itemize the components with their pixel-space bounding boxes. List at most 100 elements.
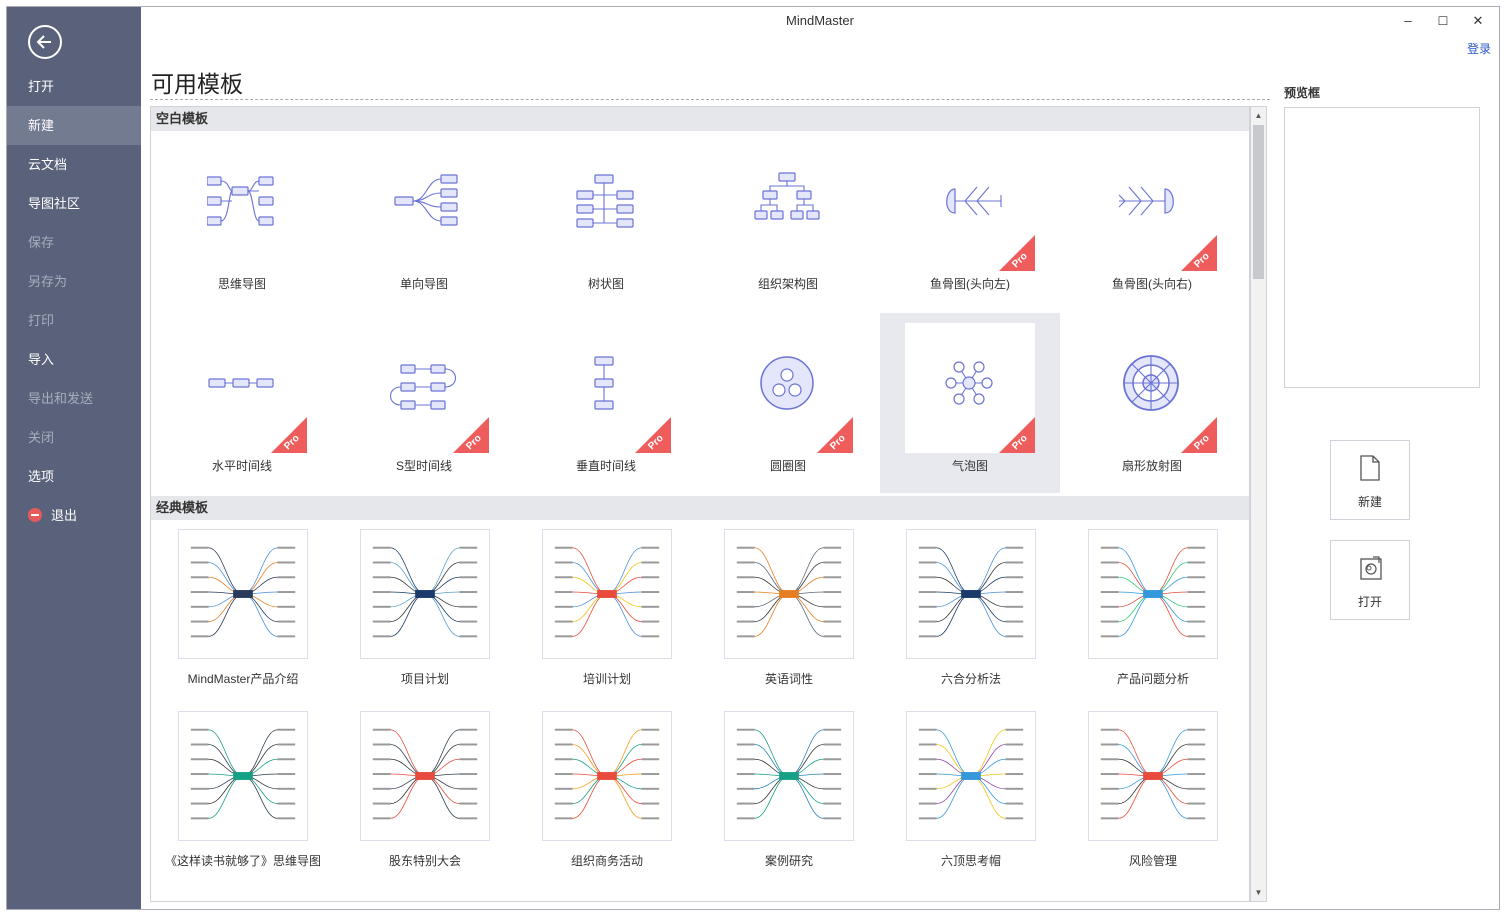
template-thumbnail	[1088, 529, 1218, 659]
template-tile-right-map[interactable]: 单向导图	[334, 131, 514, 311]
bubble-map-icon	[945, 361, 993, 405]
classic-template-tile[interactable]: 风险管理	[1061, 676, 1245, 868]
sidebar-item-exit[interactable]: 退出	[7, 496, 141, 535]
mindmap-thumbnail-icon	[190, 546, 296, 638]
login-link[interactable]: 登录	[1467, 40, 1491, 57]
template-preview: Pro	[1087, 323, 1217, 453]
mindmap-thumbnail-icon	[372, 546, 478, 638]
vertical-timeline-icon	[594, 356, 614, 410]
classic-template-tile[interactable]: 项目计划	[333, 494, 517, 686]
template-tile-circle-map[interactable]: Pro 圆圈图	[698, 313, 878, 493]
template-tile-fishbone-left[interactable]: Pro 鱼骨图(头向左)	[880, 131, 1060, 311]
scrollbar-thumb[interactable]	[1253, 125, 1264, 279]
template-thumbnail	[178, 529, 308, 659]
open-button[interactable]: 打开	[1330, 540, 1410, 620]
new-file-icon	[1360, 455, 1380, 481]
classic-template-tile[interactable]: 六合分析法	[879, 494, 1063, 686]
close-button[interactable]: ✕	[1463, 11, 1493, 31]
sidebar: 打开 新建 云文档 导图社区 保存 另存为 打印 导入 导出和发送 关闭 选项 …	[7, 7, 141, 909]
sidebar-item-cloud-docs[interactable]: 云文档	[7, 145, 141, 184]
sidebar-item-options[interactable]: 选项	[7, 457, 141, 496]
classic-template-tile[interactable]: 六顶思考帽	[879, 676, 1063, 868]
template-thumbnail	[1088, 711, 1218, 841]
blank-template-grid: 思维导图 单向导图 树状图 组织架构图 Pro 鱼骨图(头向左) Pro 鱼骨图…	[151, 131, 1249, 496]
mindmap-thumbnail-icon	[918, 546, 1024, 638]
template-label: 树状图	[587, 277, 624, 291]
classic-template-tile[interactable]: 组织商务活动	[515, 676, 699, 868]
template-preview	[177, 141, 307, 271]
sidebar-item-print[interactable]: 打印	[7, 301, 141, 340]
template-preview: Pro	[723, 323, 853, 453]
back-arrow-icon	[36, 35, 51, 49]
template-tile-sector-radial[interactable]: Pro 扇形放射图	[1062, 313, 1242, 493]
open-button-label: 打开	[1357, 595, 1382, 609]
template-label: 单向导图	[399, 277, 448, 291]
template-label: 案例研究	[764, 854, 813, 868]
back-button[interactable]	[28, 25, 62, 59]
template-label: 组织商务活动	[570, 854, 643, 868]
template-label: 《这样读书就够了》思维导图	[164, 854, 321, 868]
sidebar-item-close[interactable]: 关闭	[7, 418, 141, 457]
mindmap-thumbnail-icon	[1100, 546, 1206, 638]
sidebar-item-community[interactable]: 导图社区	[7, 184, 141, 223]
maximize-button[interactable]: ☐	[1428, 11, 1458, 31]
template-tile-org-chart[interactable]: 组织架构图	[698, 131, 878, 311]
exit-icon	[28, 508, 42, 522]
preview-box	[1284, 107, 1480, 388]
title-divider	[150, 99, 1270, 100]
app-title: MindMaster	[786, 13, 854, 28]
template-label: 思维导图	[217, 277, 266, 291]
template-thumbnail	[360, 529, 490, 659]
template-tile-tree[interactable]: 树状图	[516, 131, 696, 311]
template-label: 六顶思考帽	[940, 854, 1001, 868]
template-label: 风险管理	[1128, 854, 1177, 868]
mindmap-thumbnail-icon	[554, 728, 660, 820]
classic-template-tile[interactable]: 培训计划	[515, 494, 699, 686]
mindmap-thumbnail-icon	[918, 728, 1024, 820]
template-preview: Pro	[177, 323, 307, 453]
template-tile-fishbone-right[interactable]: Pro 鱼骨图(头向右)	[1062, 131, 1242, 311]
classic-template-tile[interactable]: 案例研究	[697, 676, 881, 868]
template-thumbnail	[906, 711, 1036, 841]
classic-template-tile[interactable]: 产品问题分析	[1061, 494, 1245, 686]
classic-template-tile[interactable]: MindMaster产品介绍	[151, 494, 335, 686]
minimize-button[interactable]: –	[1393, 11, 1423, 31]
scroll-up-icon[interactable]: ▲	[1251, 107, 1266, 124]
classic-template-tile[interactable]: 《这样读书就够了》思维导图	[151, 676, 335, 868]
template-thumbnail	[906, 529, 1036, 659]
app-window: 打开 新建 云文档 导图社区 保存 另存为 打印 导入 导出和发送 关闭 选项 …	[6, 6, 1500, 910]
template-tile-s-timeline[interactable]: Pro S型时间线	[334, 313, 514, 493]
template-label: 组织架构图	[757, 277, 818, 291]
mindmap-thumbnail-icon	[736, 728, 842, 820]
sidebar-item-save-as[interactable]: 另存为	[7, 262, 141, 301]
sidebar-item-new[interactable]: 新建	[7, 106, 141, 145]
classic-template-grid: MindMaster产品介绍 项目计划 培训计划 英语词性 六合分析法 产品问题…	[151, 520, 1249, 901]
mindmap-thumbnail-icon	[190, 728, 296, 820]
template-tile-horizontal-timeline[interactable]: Pro 水平时间线	[152, 313, 332, 493]
template-tile-bubble-map[interactable]: Pro 气泡图	[880, 313, 1060, 493]
sidebar-item-save[interactable]: 保存	[7, 223, 141, 262]
sidebar-item-export[interactable]: 导出和发送	[7, 379, 141, 418]
new-button[interactable]: 新建	[1330, 440, 1410, 520]
template-label: 气泡图	[951, 459, 988, 473]
classic-template-tile[interactable]: 股东特别大会	[333, 676, 517, 868]
sidebar-item-open[interactable]: 打开	[7, 67, 141, 106]
sector-radial-icon	[1123, 355, 1179, 411]
template-label: 鱼骨图(头向右)	[1112, 277, 1192, 291]
tree-icon	[576, 174, 634, 228]
open-file-icon	[1360, 556, 1382, 580]
template-tile-vertical-timeline[interactable]: Pro 垂直时间线	[516, 313, 696, 493]
template-thumbnail	[178, 711, 308, 841]
sidebar-item-import[interactable]: 导入	[7, 340, 141, 379]
fishbone-left-icon	[946, 186, 1002, 216]
vertical-scrollbar[interactable]: ▲ ▼	[1250, 106, 1267, 902]
mindmap-thumbnail-icon	[372, 728, 478, 820]
template-tile-mindmap[interactable]: 思维导图	[152, 131, 332, 311]
scroll-down-icon[interactable]: ▼	[1251, 884, 1266, 901]
classic-template-tile[interactable]: 英语词性	[697, 494, 881, 686]
title-bar: MindMaster – ☐ ✕	[141, 7, 1499, 35]
preview-label: 预览框	[1284, 86, 1321, 100]
template-preview: Pro	[1087, 141, 1217, 271]
template-preview	[359, 141, 489, 271]
template-preview	[541, 141, 671, 271]
